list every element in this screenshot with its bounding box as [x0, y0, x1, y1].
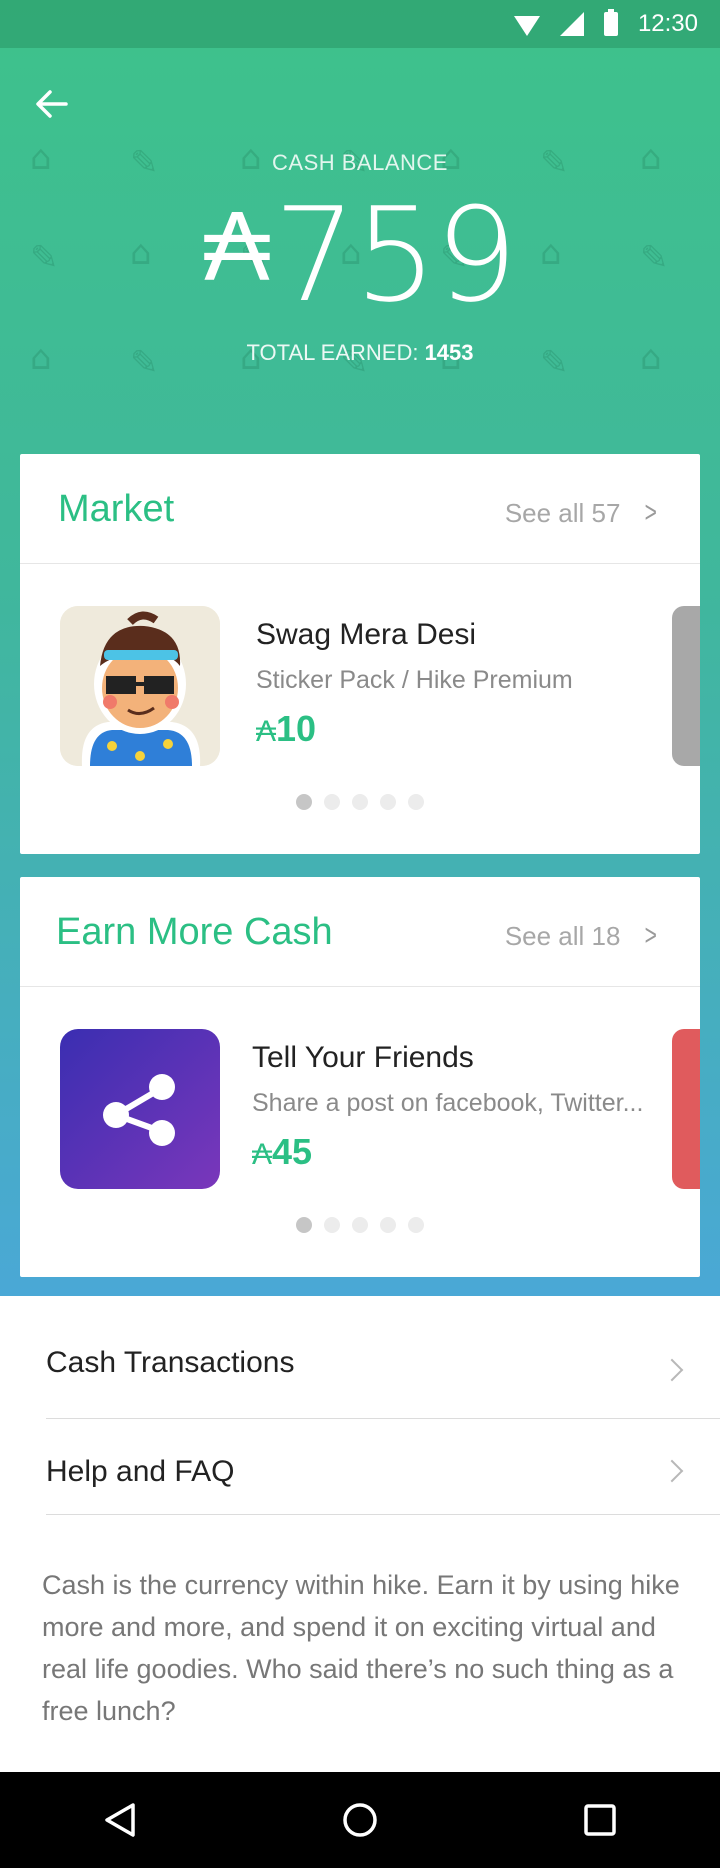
market-item-price: ₳10 — [256, 708, 316, 750]
market-item-title: Swag Mera Desi — [256, 618, 477, 651]
price-currency-symbol: ₳ — [252, 1138, 273, 1171]
nav-back-button[interactable] — [100, 1800, 140, 1840]
pager-dot[interactable] — [296, 794, 312, 810]
see-all-label: See all 18 — [504, 921, 621, 951]
balance-amount: 759 — [273, 179, 518, 331]
market-card: Market See all 57 > Swag Mera Desi Sticke… — [20, 454, 700, 854]
share-icon — [103, 1074, 175, 1146]
market-see-all-button[interactable]: See all 57 > — [505, 496, 660, 530]
market-item-subtitle: Sticker Pack / Hike Premium — [256, 666, 573, 694]
chevron-right-icon — [660, 1358, 684, 1382]
see-all-label: See all 57 — [504, 498, 621, 528]
earn-header: Earn More Cash See all 18 > — [20, 877, 700, 987]
pager-dot[interactable] — [352, 1217, 368, 1233]
market-header: Market See all 57 > — [20, 454, 700, 564]
earn-title: Earn More Cash — [56, 911, 333, 953]
earn-pager-dots — [20, 1217, 700, 1233]
next-item-peek[interactable] — [672, 1029, 700, 1189]
status-time: 12:30 — [637, 10, 698, 37]
triangle-back-icon — [105, 1803, 135, 1837]
total-earned-label: TOTAL EARNED: — [246, 340, 425, 365]
market-pager-dots — [20, 794, 700, 810]
balance-display: ₳759 — [0, 190, 720, 320]
price-value: 10 — [276, 708, 317, 749]
price-currency-symbol: ₳ — [256, 715, 277, 748]
signal-icon — [559, 12, 584, 36]
market-title: Market — [58, 488, 175, 530]
earn-item-subtitle: Share a post on facebook, Twitter... — [252, 1089, 644, 1117]
total-earned-value: 1453 — [424, 340, 474, 365]
balance-label: CASH BALANCE — [272, 150, 448, 175]
sticker-pack-thumbnail[interactable] — [60, 606, 220, 766]
circle-home-icon — [343, 1803, 377, 1837]
pager-dot[interactable] — [296, 1217, 312, 1233]
system-navigation-bar — [0, 1772, 720, 1868]
pager-dot[interactable] — [408, 794, 424, 810]
back-arrow-icon — [36, 90, 68, 118]
earn-item-price: ₳45 — [252, 1131, 312, 1173]
earn-card: Earn More Cash See all 18 > Tell Your Fri… — [20, 877, 700, 1277]
back-button[interactable] — [34, 82, 78, 126]
chevron-right-icon — [660, 1459, 684, 1483]
menu-list: Cash Transactions Help and FAQ — [0, 1296, 720, 1515]
nav-recents-button[interactable] — [580, 1800, 620, 1840]
total-earned: TOTAL EARNED: 1453 — [0, 340, 720, 366]
pager-dot[interactable] — [324, 1217, 340, 1233]
menu-item-label: Help and FAQ — [46, 1455, 235, 1488]
menu-item-help-faq[interactable]: Help and FAQ — [46, 1419, 720, 1515]
earn-see-all-button[interactable]: See all 18 > — [505, 919, 660, 953]
menu-item-label: Cash Transactions — [46, 1346, 295, 1379]
pager-dot[interactable] — [408, 1217, 424, 1233]
square-recents-icon — [584, 1804, 616, 1836]
sticker-character-icon — [60, 606, 220, 766]
nav-home-button[interactable] — [340, 1800, 380, 1840]
price-value: 45 — [272, 1131, 313, 1172]
pager-dot[interactable] — [380, 1217, 396, 1233]
share-thumbnail[interactable] — [60, 1029, 220, 1189]
chevron-right-icon: > — [645, 919, 658, 952]
battery-icon — [603, 9, 618, 36]
currency-symbol: ₳ — [204, 191, 270, 301]
cash-description: Cash is the currency within hike. Earn i… — [42, 1570, 680, 1726]
menu-item-cash-transactions[interactable]: Cash Transactions — [46, 1296, 720, 1419]
status-bar: 12:30 — [0, 0, 720, 48]
pager-dot[interactable] — [380, 794, 396, 810]
earn-item-title: Tell Your Friends — [252, 1041, 474, 1074]
wifi-icon — [513, 16, 540, 36]
next-item-peek[interactable] — [672, 606, 700, 766]
pager-dot[interactable] — [352, 794, 368, 810]
pager-dot[interactable] — [324, 794, 340, 810]
chevron-right-icon: > — [645, 496, 658, 529]
